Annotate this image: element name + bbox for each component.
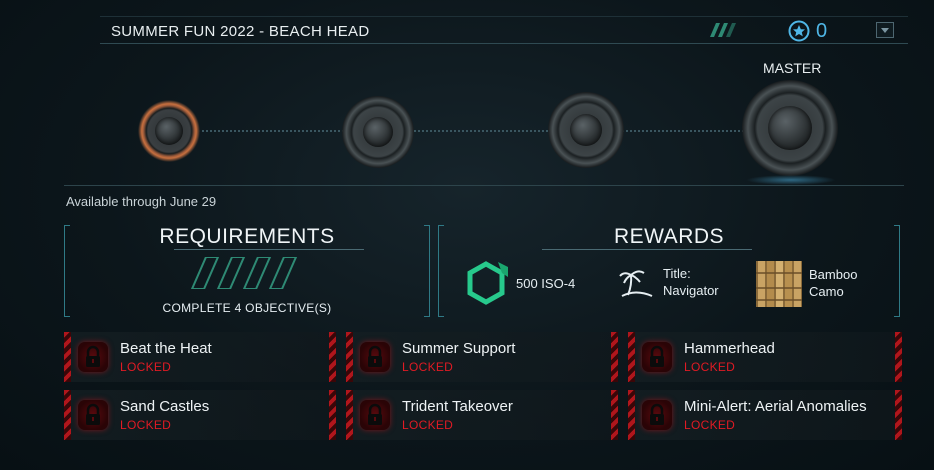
locked-stripe (628, 332, 635, 382)
tier-master-badge[interactable] (742, 80, 838, 176)
reward-title-navigator[interactable]: Title: Navigator (618, 263, 748, 303)
objective-name: Mini-Alert: Aerial Anomalies (684, 398, 867, 415)
lock-icon (78, 400, 108, 430)
objective-status: LOCKED (402, 418, 454, 432)
locked-stripe (611, 390, 618, 440)
palm-island-icon (619, 270, 653, 297)
tier-1-badge[interactable] (138, 100, 200, 162)
collapse-dropdown-button[interactable] (876, 22, 894, 38)
requirements-title-line (174, 249, 364, 250)
reward-label-line1: Title: (663, 266, 691, 281)
locked-stripe (346, 390, 353, 440)
rewards-title-line (542, 249, 752, 250)
locked-stripe (628, 390, 635, 440)
locked-stripe (895, 332, 902, 382)
lock-icon (360, 342, 390, 372)
objective-progress-stripes-icon (190, 257, 298, 289)
reward-label: 500 ISO-4 (516, 276, 576, 291)
lock-icon (642, 342, 672, 372)
reward-bamboo-camo[interactable]: Bamboo Camo (756, 261, 896, 309)
objective-item[interactable]: Trident Takeover LOCKED (346, 390, 618, 440)
tier-2-badge[interactable] (342, 96, 414, 168)
objective-item[interactable]: Summer Support LOCKED (346, 332, 618, 382)
objective-status: LOCKED (120, 360, 172, 374)
event-header: SUMMER FUN 2022 - BEACH HEAD 0 (100, 16, 908, 44)
objective-item[interactable]: Sand Castles LOCKED (64, 390, 336, 440)
locked-stripe (895, 390, 902, 440)
locked-stripe (64, 390, 71, 440)
reward-label-line2: Camo (809, 284, 844, 299)
objective-name: Summer Support (402, 340, 516, 357)
requirements-title: REQUIREMENTS (159, 225, 335, 248)
tier-3-badge[interactable] (548, 92, 624, 168)
requirements-panel: REQUIREMENTS COMPLETE 4 OBJECTIVE(S) (64, 225, 430, 317)
progress-stripes-icon (710, 23, 736, 37)
objective-status: LOCKED (684, 418, 736, 432)
lock-icon (360, 400, 390, 430)
tier-master-glow (746, 175, 836, 185)
objective-count-text: COMPLETE 4 OBJECTIVE(S) (162, 301, 332, 315)
objective-status: LOCKED (120, 418, 172, 432)
lock-icon (78, 342, 108, 372)
reward-iso[interactable]: 500 ISO-4 (462, 259, 592, 307)
event-screen: SUMMER FUN 2022 - BEACH HEAD 0 MASTER Av… (0, 0, 934, 470)
locked-stripe (329, 332, 336, 382)
bamboo-camo-icon (756, 261, 802, 307)
locked-stripe (611, 332, 618, 382)
star-count: 0 (816, 20, 828, 42)
locked-stripe (64, 332, 71, 382)
availability-text: Available through June 29 (66, 194, 217, 209)
tier-track (190, 130, 760, 132)
objective-name: Hammerhead (684, 340, 775, 357)
section-divider (64, 185, 904, 186)
lock-icon (642, 400, 672, 430)
objective-item[interactable]: Beat the Heat LOCKED (64, 332, 336, 382)
tier-master-label: MASTER (763, 60, 822, 76)
iso-crystal-icon (467, 261, 508, 305)
objective-name: Beat the Heat (120, 340, 212, 357)
reward-label-line1: Bamboo (809, 267, 858, 282)
rewards-title: REWARDS (613, 225, 725, 248)
objective-name: Sand Castles (120, 398, 210, 415)
objective-item[interactable]: Mini-Alert: Aerial Anomalies LOCKED (628, 390, 902, 440)
objective-name: Trident Takeover (402, 398, 513, 415)
locked-stripe (329, 390, 336, 440)
locked-stripe (346, 332, 353, 382)
objective-status: LOCKED (402, 360, 454, 374)
rewards-panel: REWARDS 500 ISO-4 Title: Navigator Bambo… (438, 225, 900, 317)
event-title: SUMMER FUN 2022 - BEACH HEAD (111, 23, 370, 40)
objective-item[interactable]: Hammerhead LOCKED (628, 332, 902, 382)
objective-status: LOCKED (684, 360, 736, 374)
reward-label-line2: Navigator (663, 283, 719, 298)
star-badge-icon (788, 20, 810, 42)
